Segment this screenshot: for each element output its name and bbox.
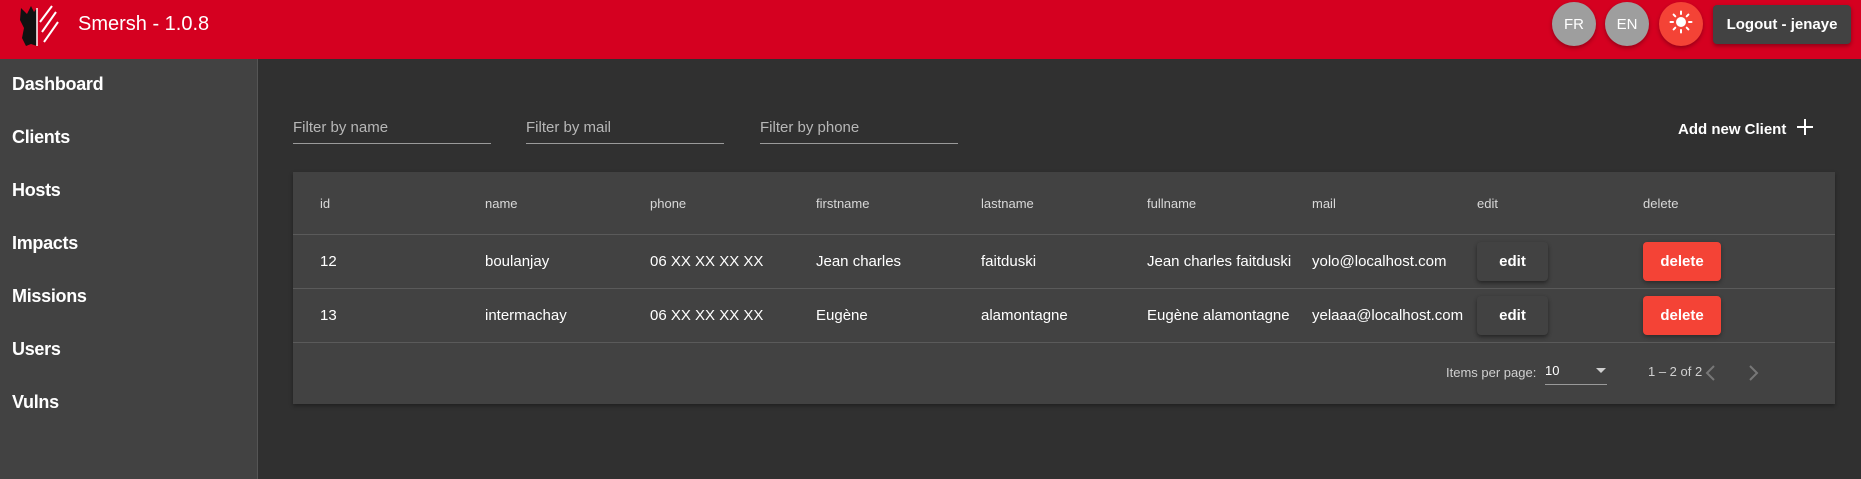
column-header-id[interactable]: id	[320, 172, 330, 234]
cell-lastname: alamontagne	[981, 307, 1068, 324]
app-title: Smersh - 1.0.8	[78, 13, 210, 35]
sidebar-item-dashboard[interactable]: Dashboard	[12, 74, 104, 95]
cell-phone: 06 XX XX XX XX	[650, 307, 764, 324]
filter-name-input[interactable]	[293, 112, 491, 142]
cell-name: boulanjay	[485, 253, 550, 270]
column-header-edit: edit	[1477, 195, 1498, 211]
cell-phone: 06 XX XX XX XX	[650, 253, 764, 270]
cell-firstname: Eugène	[816, 307, 868, 324]
filter-phone-field	[760, 112, 958, 144]
column-header-lastname[interactable]: lastname	[981, 172, 1034, 234]
sidebar-item-vulns[interactable]: Vulns	[12, 392, 59, 413]
chevron-left-icon	[1704, 364, 1716, 385]
cell-lastname: faitduski	[981, 253, 1037, 270]
clients-table: id name phone firstname lastname fullnam…	[293, 172, 1835, 404]
theme-toggle-button[interactable]	[1659, 2, 1703, 46]
sidebar-item-users[interactable]: Users	[12, 339, 61, 360]
cell-edit: edit	[1477, 289, 1548, 342]
filter-mail-input[interactable]	[526, 112, 724, 142]
cell-mail: yolo@localhost.com	[1312, 253, 1447, 270]
top-toolbar: Smersh - 1.0.8 FR EN Logout - jenaye	[0, 0, 1861, 59]
add-new-client-button[interactable]: Add new Client	[1678, 114, 1814, 144]
delete-button[interactable]: delete	[1643, 296, 1721, 335]
filter-name-field	[293, 112, 491, 144]
sidebar-item-clients[interactable]: Clients	[12, 127, 70, 148]
language-en-button[interactable]: EN	[1605, 2, 1649, 46]
cell-id: 13	[320, 307, 337, 324]
table-row: 12 boulanjay 06 XX XX XX XX Jean charles…	[293, 235, 1835, 289]
sidebar-item-hosts[interactable]: Hosts	[12, 180, 61, 201]
paginator: Items per page: 10 1 – 2 of 2	[293, 343, 1835, 404]
column-header-mail[interactable]: mail	[1312, 172, 1336, 234]
app-logo[interactable]	[18, 2, 62, 52]
column-header-fullname[interactable]: fullname	[1147, 172, 1196, 234]
cell-mail: yelaaa@localhost.com	[1312, 307, 1464, 324]
dropdown-arrow-icon	[1595, 363, 1607, 378]
column-header-delete: delete	[1643, 195, 1679, 211]
logout-button[interactable]: Logout - jenaye	[1713, 5, 1851, 44]
cell-delete: delete	[1643, 289, 1721, 342]
cell-edit: edit	[1477, 235, 1548, 288]
sidebar-item-missions[interactable]: Missions	[12, 286, 87, 307]
edit-button[interactable]: edit	[1477, 242, 1548, 281]
plus-icon	[1796, 118, 1814, 140]
sidebar: Dashboard Clients Hosts Impacts Missions…	[0, 59, 258, 479]
column-header-firstname[interactable]: firstname	[816, 172, 869, 234]
edit-button[interactable]: edit	[1477, 296, 1548, 335]
cell-fullname: Eugène alamontagne	[1147, 307, 1290, 324]
next-page-button[interactable]	[1739, 359, 1769, 389]
chevron-right-icon	[1748, 364, 1760, 385]
cell-name: intermachay	[485, 307, 567, 324]
table-row: 13 intermachay 06 XX XX XX XX Eugène ala…	[293, 289, 1835, 343]
cell-firstname: Jean charles	[816, 253, 902, 270]
column-header-name[interactable]: name	[485, 172, 518, 234]
sidebar-item-impacts[interactable]: Impacts	[12, 233, 78, 254]
language-fr-button[interactable]: FR	[1552, 2, 1596, 46]
filter-phone-input[interactable]	[760, 112, 958, 142]
items-per-page-label: Items per page:	[1446, 365, 1537, 380]
sun-icon	[1669, 10, 1693, 39]
column-header-phone[interactable]: phone	[650, 172, 686, 234]
cell-id: 12	[320, 253, 337, 270]
add-new-client-label: Add new Client	[1678, 120, 1787, 138]
items-per-page-select[interactable]: 10	[1545, 357, 1607, 385]
previous-page-button[interactable]	[1695, 359, 1725, 389]
items-per-page-value: 10	[1545, 363, 1560, 378]
delete-button[interactable]: delete	[1643, 242, 1721, 281]
table-header-row: id name phone firstname lastname fullnam…	[293, 172, 1835, 235]
cell-delete: delete	[1643, 235, 1721, 288]
filter-mail-field	[526, 112, 724, 144]
cell-fullname: Jean charles faitduski	[1147, 253, 1292, 270]
